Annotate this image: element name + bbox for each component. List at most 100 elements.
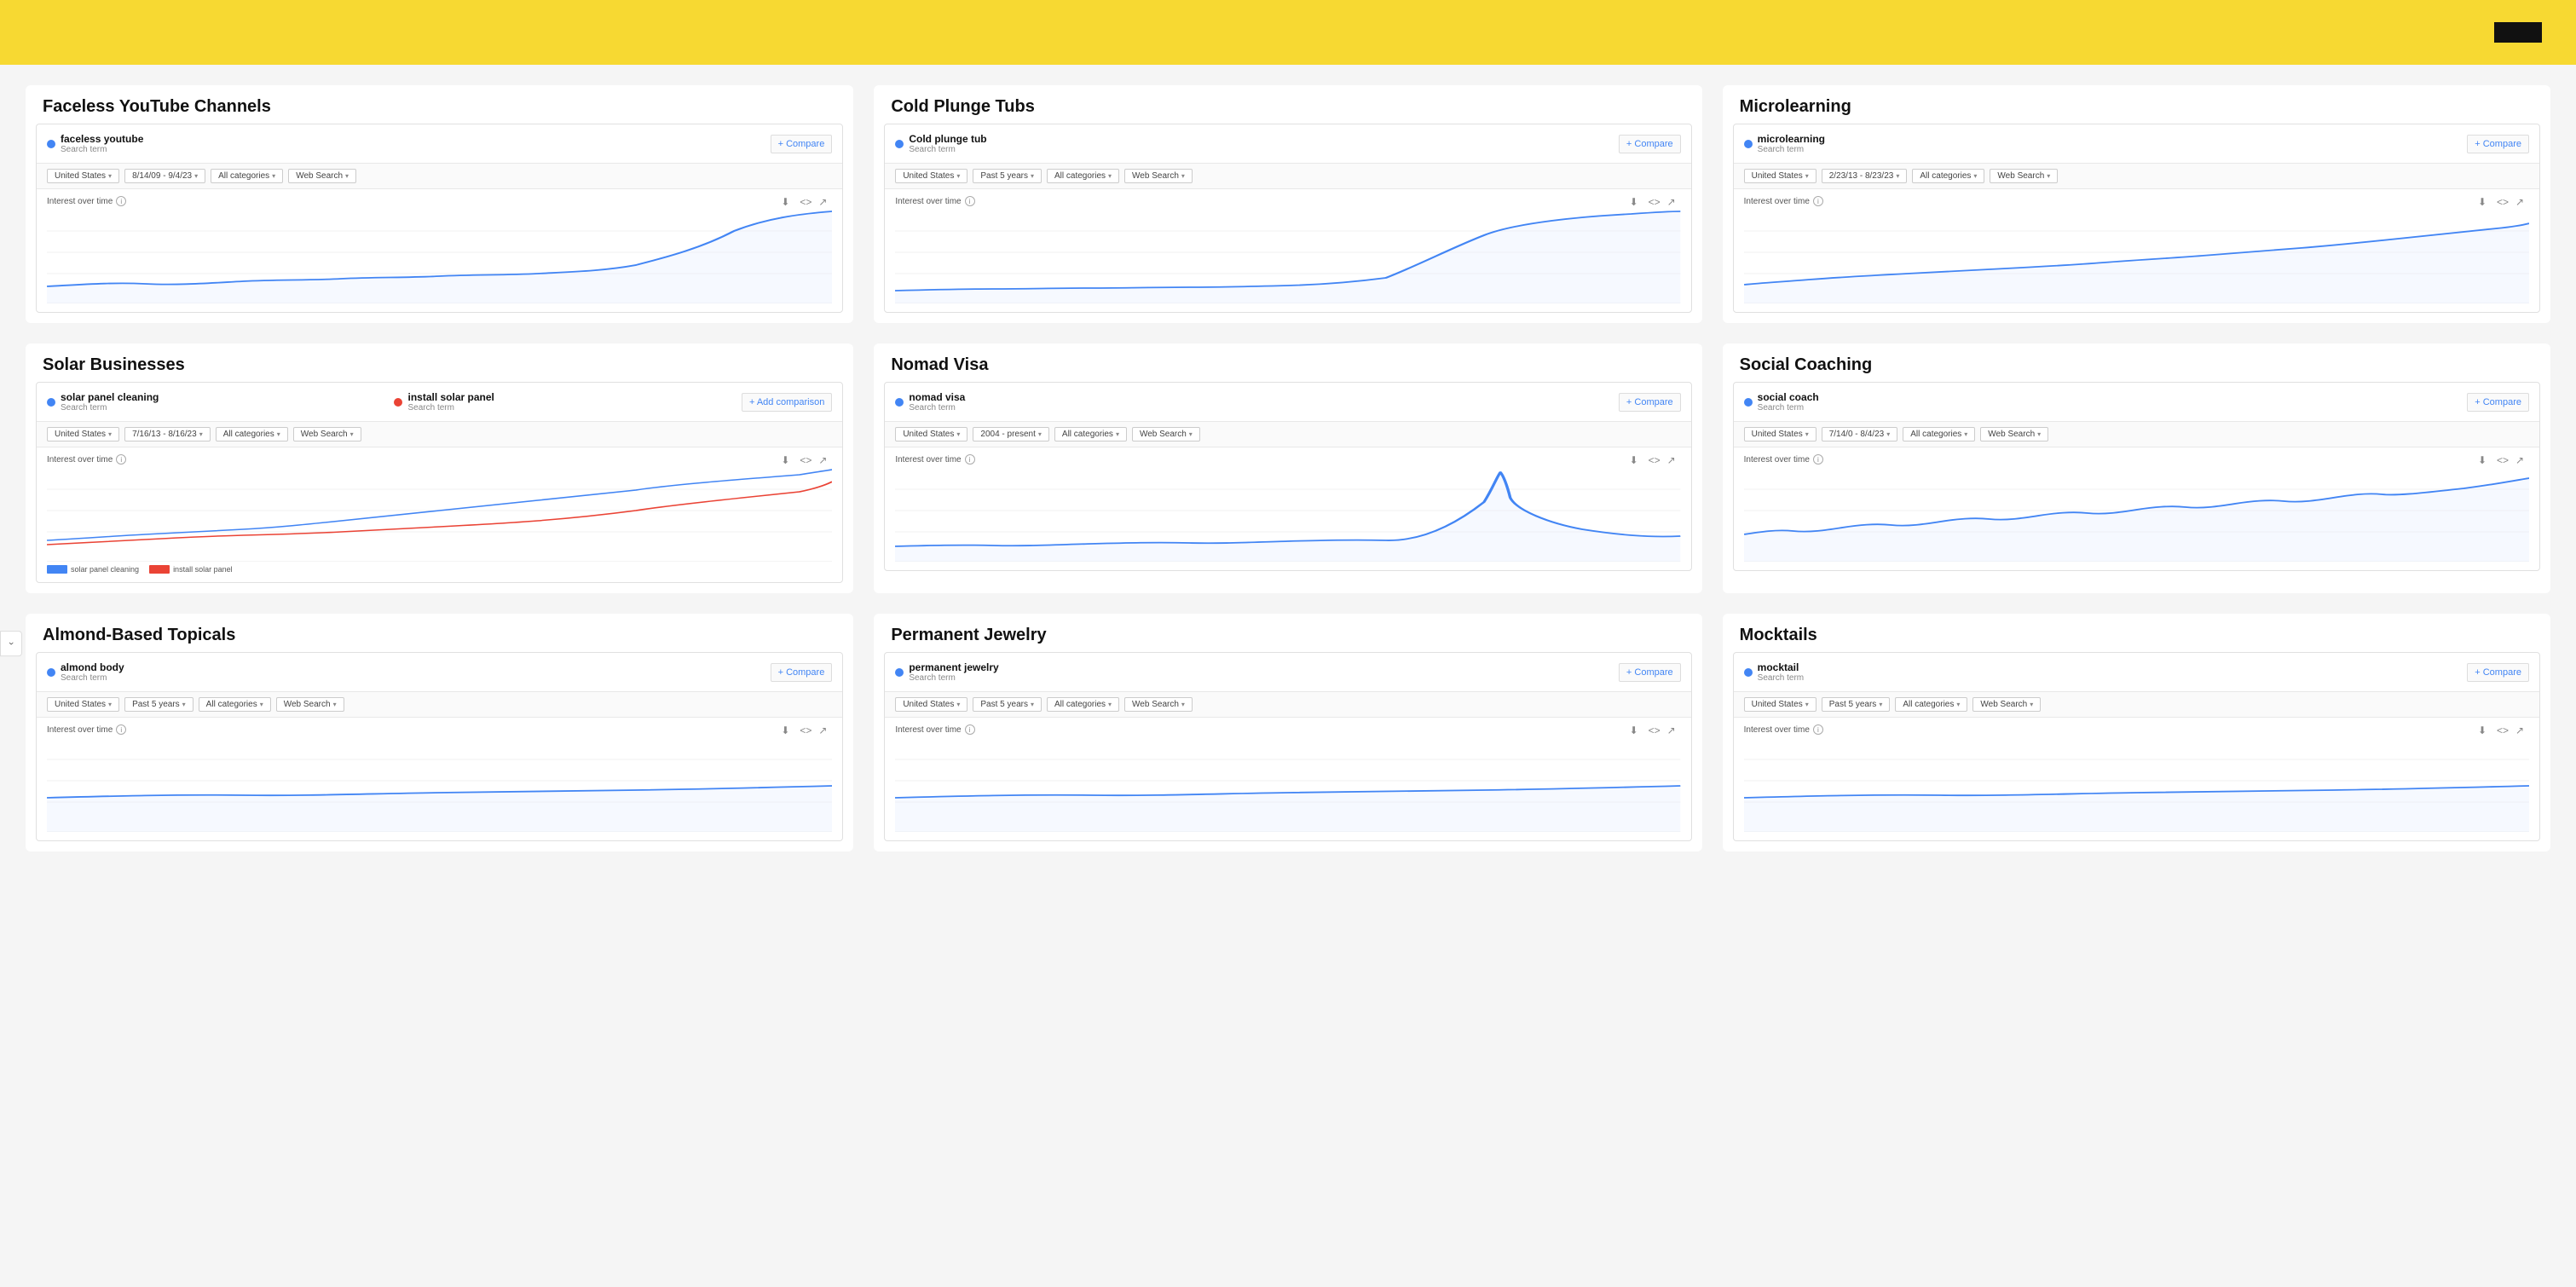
main-content: Faceless YouTube Channels faceless youtu… xyxy=(0,65,2576,886)
chart-actions: ⬇ <> ↗ xyxy=(781,196,832,210)
filter-chip[interactable]: Web Search xyxy=(288,169,356,183)
share-icon[interactable]: ↗ xyxy=(1667,724,1681,738)
card-inner: permanent jewelry Search term + Compare … xyxy=(884,652,1691,841)
chart-area: Interest over time i ⬇ <> ↗ xyxy=(37,718,842,840)
code-icon[interactable]: <> xyxy=(1649,454,1662,468)
filter-chip[interactable]: Past 5 years xyxy=(1822,697,1891,712)
filter-chip[interactable]: All categories xyxy=(216,427,288,442)
share-icon[interactable]: ↗ xyxy=(2515,724,2529,738)
filter-bar: United States Past 5 years All categories W… xyxy=(37,692,842,718)
filter-chip[interactable]: All categories xyxy=(1903,427,1975,442)
filter-chip[interactable]: 2004 - present xyxy=(973,427,1049,442)
chart-area: Interest over time i ⬇ <> ↗ xyxy=(885,189,1690,312)
filter-chip[interactable]: Past 5 years xyxy=(973,169,1042,183)
code-icon[interactable]: <> xyxy=(2497,724,2510,738)
filter-chip[interactable]: All categories xyxy=(199,697,271,712)
filter-chip[interactable]: Past 5 years xyxy=(973,697,1042,712)
info-icon: i xyxy=(1813,196,1823,206)
code-icon[interactable]: <> xyxy=(1649,724,1662,738)
filter-chip[interactable]: All categories xyxy=(211,169,283,183)
download-icon[interactable]: ⬇ xyxy=(2478,724,2492,738)
filter-chip[interactable]: United States xyxy=(1744,169,1816,183)
share-icon[interactable]: ↗ xyxy=(818,196,832,210)
code-icon[interactable]: <> xyxy=(800,724,813,738)
code-icon[interactable]: <> xyxy=(800,196,813,210)
compare-button[interactable]: + Compare xyxy=(1619,135,1681,153)
compare-button[interactable]: + Compare xyxy=(2467,663,2529,682)
code-icon[interactable]: <> xyxy=(800,454,813,468)
card-faceless-youtube: Faceless YouTube Channels faceless youtu… xyxy=(26,85,853,323)
blue-dot xyxy=(47,140,55,148)
filter-chip[interactable]: United States xyxy=(895,697,967,712)
filter-chip[interactable]: Web Search xyxy=(293,427,361,442)
share-icon[interactable]: ↗ xyxy=(1667,196,1681,210)
share-icon[interactable]: ↗ xyxy=(818,454,832,468)
filter-chip[interactable]: All categories xyxy=(1047,169,1119,183)
code-icon[interactable]: <> xyxy=(1649,196,1662,210)
compare-button[interactable]: + Compare xyxy=(771,135,833,153)
logout-button[interactable] xyxy=(2494,22,2542,43)
filter-chip[interactable]: United States xyxy=(895,427,967,442)
card-title: Cold Plunge Tubs xyxy=(874,85,1701,124)
compare-button[interactable]: + Compare xyxy=(1619,393,1681,412)
filter-chip[interactable]: United States xyxy=(47,697,119,712)
share-icon[interactable]: ↗ xyxy=(2515,196,2529,210)
info-icon: i xyxy=(116,724,126,735)
term-type: Search term xyxy=(1758,145,1825,154)
filter-chip[interactable]: United States xyxy=(895,169,967,183)
code-icon[interactable]: <> xyxy=(2497,454,2510,468)
filter-chip[interactable]: Web Search xyxy=(1132,427,1200,442)
filter-chip[interactable]: All categories xyxy=(1054,427,1127,442)
download-icon[interactable]: ⬇ xyxy=(2478,196,2492,210)
add-comparison-button[interactable]: + Add comparison xyxy=(742,393,832,412)
filter-bar: United States 2004 - present All categorie… xyxy=(885,422,1690,447)
compare-button[interactable]: + Compare xyxy=(771,663,833,682)
side-arrow[interactable]: › xyxy=(0,631,22,656)
share-icon[interactable]: ↗ xyxy=(2515,454,2529,468)
compare-button[interactable]: + Compare xyxy=(2467,135,2529,153)
filter-chip[interactable]: Web Search xyxy=(1124,169,1193,183)
download-icon[interactable]: ⬇ xyxy=(2478,454,2492,468)
filter-chip[interactable]: 8/14/09 - 9/4/23 xyxy=(124,169,205,183)
download-icon[interactable]: ⬇ xyxy=(1630,454,1643,468)
trends-header: permanent jewelry Search term + Compare xyxy=(885,653,1690,692)
filter-chip[interactable]: United States xyxy=(1744,427,1816,442)
filter-chip[interactable]: 7/16/13 - 8/16/23 xyxy=(124,427,211,442)
trends-header: microlearning Search term + Compare xyxy=(1734,124,2539,164)
info-icon: i xyxy=(965,454,975,465)
download-icon[interactable]: ⬇ xyxy=(1630,196,1643,210)
share-icon[interactable]: ↗ xyxy=(1667,454,1681,468)
share-icon[interactable]: ↗ xyxy=(818,724,832,738)
chart-label: Interest over time i xyxy=(895,196,1680,206)
download-icon[interactable]: ⬇ xyxy=(1630,724,1643,738)
compare-button[interactable]: + Compare xyxy=(2467,393,2529,412)
filter-chip[interactable]: All categories xyxy=(1047,697,1119,712)
filter-chip[interactable]: United States xyxy=(1744,697,1816,712)
download-icon[interactable]: ⬇ xyxy=(781,724,794,738)
filter-chip[interactable]: Web Search xyxy=(276,697,344,712)
filter-chip[interactable]: Web Search xyxy=(1980,427,2048,442)
filter-chip[interactable]: Web Search xyxy=(1972,697,2041,712)
chart-area: Interest over time i ⬇ <> ↗ xyxy=(885,718,1690,840)
filter-chip[interactable]: 7/14/0 - 8/4/23 xyxy=(1822,427,1898,442)
trends-header: social coach Search term + Compare xyxy=(1734,383,2539,422)
term1: almond body Search term xyxy=(47,661,764,683)
download-icon[interactable]: ⬇ xyxy=(781,454,794,468)
filter-chip[interactable]: United States xyxy=(47,427,119,442)
filter-chip[interactable]: 2/23/13 - 8/23/23 xyxy=(1822,169,1908,183)
filter-chip[interactable]: Web Search xyxy=(1990,169,2058,183)
chart-actions: ⬇ <> ↗ xyxy=(2478,454,2529,468)
code-icon[interactable]: <> xyxy=(2497,196,2510,210)
filter-chip[interactable]: Web Search xyxy=(1124,697,1193,712)
card-inner: faceless youtube Search term + Compare U… xyxy=(36,124,843,313)
filter-bar: United States Past 5 years All categories W… xyxy=(1734,692,2539,718)
card-title: Solar Businesses xyxy=(26,343,853,382)
blue-dot xyxy=(895,140,904,148)
compare-button[interactable]: + Compare xyxy=(1619,663,1681,682)
filter-chip[interactable]: All categories xyxy=(1895,697,1967,712)
filter-chip[interactable]: Past 5 years xyxy=(124,697,193,712)
card-title: Permanent Jewelry xyxy=(874,614,1701,652)
filter-chip[interactable]: United States xyxy=(47,169,119,183)
download-icon[interactable]: ⬇ xyxy=(781,196,794,210)
filter-chip[interactable]: All categories xyxy=(1912,169,1984,183)
